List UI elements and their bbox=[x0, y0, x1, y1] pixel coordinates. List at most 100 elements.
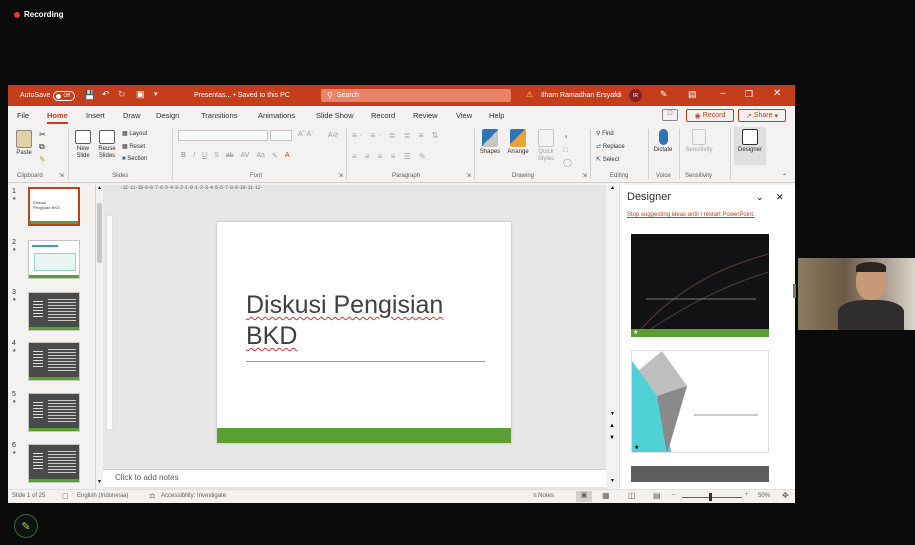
notes-button[interactable]: ≡ Notes bbox=[533, 493, 554, 499]
collapse-ribbon-icon[interactable]: ⌃ bbox=[782, 173, 787, 180]
select-button[interactable]: ⇱ Select bbox=[596, 156, 619, 163]
thumbnail-slide-6[interactable] bbox=[28, 444, 80, 483]
copy-icon[interactable]: ⧉ bbox=[39, 142, 45, 152]
shapes-button[interactable]: Shapes bbox=[478, 129, 502, 156]
present-icon[interactable]: ▣ bbox=[136, 89, 145, 100]
arrange-button[interactable]: Arrange bbox=[505, 129, 531, 156]
reset-button[interactable]: ▦ Reset bbox=[122, 143, 145, 150]
font-launcher-icon[interactable]: ⇲ bbox=[338, 172, 343, 179]
current-slide[interactable]: Diskusi Pengisian BKD bbox=[217, 222, 511, 443]
design-idea-1[interactable]: ★ bbox=[631, 234, 769, 337]
paragraph-list-icons[interactable]: ≡⋅ ≡⋅ ≣ ≣ ≡ ⇅ bbox=[352, 131, 441, 140]
font-color-button[interactable]: A bbox=[285, 152, 290, 160]
tab-transitions[interactable]: Transitions bbox=[201, 111, 237, 120]
tab-record[interactable]: Record bbox=[371, 111, 395, 120]
chevron-down-icon[interactable]: ⌄ bbox=[756, 192, 764, 203]
notes-pane[interactable]: Click to add notes bbox=[103, 469, 606, 487]
font-size-dropdown[interactable] bbox=[270, 130, 292, 141]
thumbnail-slide-3[interactable] bbox=[28, 292, 80, 331]
close-icon[interactable]: ✕ bbox=[773, 88, 781, 99]
tab-home[interactable]: Home bbox=[47, 111, 68, 124]
strikethrough-button[interactable]: ab bbox=[226, 152, 234, 160]
tab-animations[interactable]: Animations bbox=[258, 111, 295, 120]
quick-styles-button[interactable]: Quick Styles bbox=[534, 129, 558, 163]
thumbnail-slide-4[interactable] bbox=[28, 342, 80, 381]
replace-button[interactable]: ⇄ Replace bbox=[596, 143, 625, 150]
italic-button[interactable]: I bbox=[193, 152, 195, 160]
ribbon-display-icon[interactable]: ▤ bbox=[688, 89, 697, 100]
zoom-in-icon[interactable]: + bbox=[745, 492, 749, 498]
change-case-button[interactable]: Aa bbox=[256, 152, 265, 160]
shape-format-icons[interactable]: ◑ □ ◯ bbox=[563, 130, 572, 169]
underline-button[interactable]: U bbox=[202, 152, 207, 160]
share-button[interactable]: ↗ Share ▾ bbox=[738, 109, 786, 122]
normal-view-icon[interactable]: ▣ bbox=[576, 491, 592, 502]
comments-icon[interactable]: □ bbox=[662, 109, 678, 121]
editor-scrollbar[interactable]: ▲ ▼ ▲ ▼ ▼ bbox=[608, 185, 617, 489]
language-status[interactable]: English (Indonesia) bbox=[77, 493, 128, 499]
pen-icon[interactable]: ✎ bbox=[660, 89, 668, 100]
reuse-slides-button[interactable]: Reuse Slides bbox=[96, 130, 118, 160]
clear-formatting-icon[interactable]: A⊘ bbox=[328, 131, 339, 139]
zoom-slider[interactable] bbox=[682, 497, 742, 498]
scroll-up-icon[interactable]: ▲ bbox=[97, 185, 102, 191]
user-name[interactable]: Ilham Ramadhan Ersyafdi bbox=[541, 92, 622, 99]
grow-font-icon[interactable]: Aˆ Aˇ bbox=[298, 131, 314, 138]
paste-button[interactable]: Paste bbox=[13, 130, 35, 157]
scroll-thumb[interactable] bbox=[97, 203, 102, 263]
design-idea-3[interactable] bbox=[631, 466, 769, 482]
scroll-down-icon[interactable]: ▼ bbox=[97, 479, 102, 485]
new-slide-button[interactable]: New Slide bbox=[72, 130, 94, 160]
save-icon[interactable]: 💾 bbox=[84, 90, 95, 101]
customize-toolbar-icon[interactable]: ▾ bbox=[154, 90, 158, 98]
thumbnail-slide-5[interactable] bbox=[28, 393, 80, 432]
document-title[interactable]: Presentas... • Saved to this PC bbox=[194, 92, 290, 99]
fit-slide-icon[interactable]: ✥ bbox=[782, 491, 789, 500]
zoom-level[interactable]: 50% bbox=[758, 493, 770, 499]
section-button[interactable]: ■ Section bbox=[122, 156, 147, 162]
slideshow-icon[interactable]: ▤ bbox=[653, 491, 661, 500]
paragraph-align-icons[interactable]: ≡ ≡ ≡ ≡ ☰ ✎ bbox=[352, 152, 429, 161]
reading-view-icon[interactable]: ◫ bbox=[628, 491, 636, 500]
previous-slide-icon[interactable]: ▲ bbox=[609, 423, 615, 429]
design-idea-2[interactable]: ★ bbox=[631, 350, 769, 453]
search-box[interactable]: ⚲ Search bbox=[321, 89, 511, 102]
close-icon[interactable]: ✕ bbox=[776, 192, 784, 203]
stop-suggesting-link[interactable]: Stop suggesting ideas until I restart Po… bbox=[627, 212, 755, 218]
highlight-icon[interactable]: ✎ bbox=[272, 152, 278, 160]
drawing-launcher-icon[interactable]: ⇲ bbox=[582, 172, 587, 179]
zoom-slider-thumb[interactable] bbox=[709, 493, 712, 501]
layout-button[interactable]: ▦ Layout bbox=[122, 130, 147, 137]
paragraph-launcher-icon[interactable]: ⇲ bbox=[466, 172, 471, 179]
scroll-down-icon[interactable]: ▼ bbox=[610, 411, 615, 417]
tab-view[interactable]: View bbox=[456, 111, 472, 120]
undo-icon[interactable]: ↶ bbox=[102, 89, 110, 100]
scroll-down-icon[interactable]: ▼ bbox=[610, 478, 615, 484]
find-button[interactable]: ⚲ Find bbox=[596, 130, 614, 137]
accessibility-status[interactable]: Accessibility: Investigate bbox=[161, 493, 226, 499]
tab-review[interactable]: Review bbox=[413, 111, 438, 120]
clipboard-launcher-icon[interactable]: ⇲ bbox=[59, 172, 64, 179]
tab-help[interactable]: Help bbox=[489, 111, 504, 120]
slide-sorter-icon[interactable]: ▦ bbox=[602, 491, 610, 500]
tab-slide-show[interactable]: Slide Show bbox=[316, 111, 354, 120]
thumbnail-slide-2[interactable] bbox=[28, 240, 80, 279]
accessibility-icon[interactable]: ⚖ bbox=[149, 492, 155, 500]
webcam-handle[interactable] bbox=[793, 284, 796, 298]
spelling-icon[interactable]: ▢ bbox=[62, 492, 69, 500]
tab-insert[interactable]: Insert bbox=[86, 111, 105, 120]
character-spacing-button[interactable]: AV bbox=[241, 152, 250, 160]
bold-button[interactable]: B bbox=[181, 152, 186, 160]
font-name-dropdown[interactable] bbox=[178, 130, 268, 141]
redo-icon[interactable]: ↻ bbox=[118, 89, 126, 100]
user-avatar[interactable]: IR bbox=[629, 89, 642, 102]
tab-file[interactable]: File bbox=[17, 111, 29, 120]
dictate-button[interactable]: Dictate bbox=[651, 129, 675, 154]
restore-icon[interactable]: ❐ bbox=[745, 89, 753, 100]
record-button[interactable]: ◉ Record bbox=[686, 109, 734, 122]
annotate-pencil-button[interactable]: ✎ bbox=[14, 514, 38, 538]
next-slide-icon[interactable]: ▼ bbox=[609, 435, 615, 441]
slide-title[interactable]: Diskusi Pengisian BKD bbox=[246, 290, 443, 352]
tab-draw[interactable]: Draw bbox=[123, 111, 141, 120]
autosave-switch[interactable]: Off bbox=[53, 90, 76, 101]
